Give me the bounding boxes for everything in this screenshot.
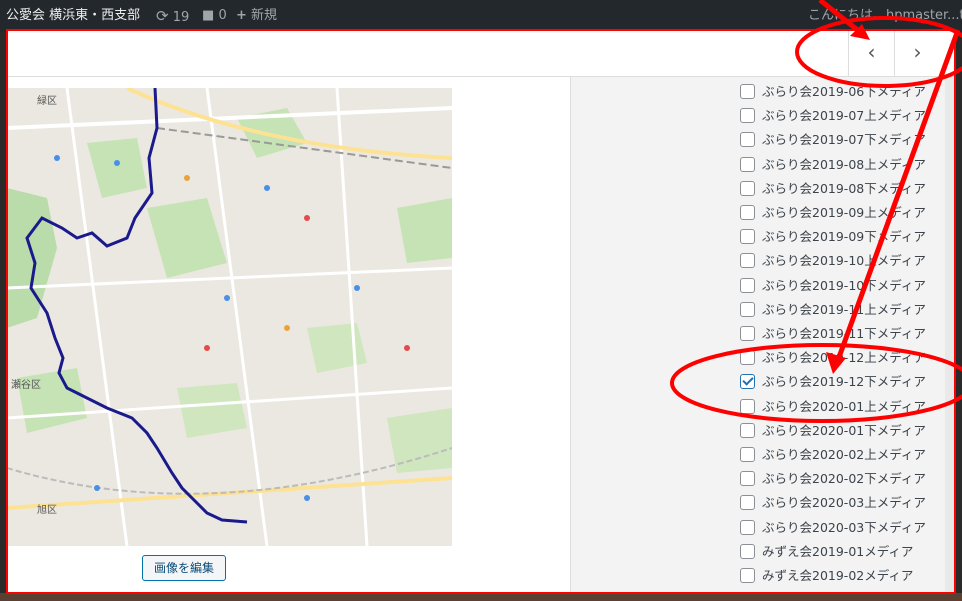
checkbox[interactable]: [740, 568, 755, 583]
checkbox[interactable]: [740, 84, 755, 99]
category-item[interactable]: ぶらり会2019-12下メディア: [740, 370, 926, 394]
map-label-seya: 瀬谷区: [11, 379, 41, 391]
category-item[interactable]: ぶらり会2019-09上メディア: [740, 201, 926, 225]
checkbox[interactable]: [740, 253, 755, 269]
checkbox[interactable]: [740, 301, 755, 317]
category-label: ぶらり会2020-03下メディア: [762, 519, 926, 535]
category-item[interactable]: ぶらり会2020-01下メディア: [740, 419, 926, 443]
map-image: 緑区 瀬谷区 旭区: [7, 88, 452, 546]
checkbox[interactable]: [740, 350, 755, 366]
checkbox[interactable]: [740, 471, 755, 487]
site-name-link[interactable]: 公愛会 横浜東・西支部: [6, 0, 140, 32]
category-item[interactable]: ぶらり会2020-02上メディア: [740, 443, 926, 467]
checkbox[interactable]: [740, 447, 755, 462]
admin-bar: 公愛会 横浜東・西支部 ⟳ 19 ■ 0 + 新規 こんにちは、hpmaster…: [0, 0, 962, 32]
checkbox[interactable]: [740, 519, 755, 535]
category-label: ぶらり会2019-11上メディア: [762, 301, 926, 317]
checkbox[interactable]: [740, 180, 755, 196]
scrollbar-track[interactable]: [945, 77, 955, 593]
chevron-left-icon: ‹: [867, 40, 876, 64]
checkbox[interactable]: [740, 495, 755, 511]
category-item[interactable]: ぶらり会2020-03下メディア: [740, 516, 926, 540]
category-label: ぶらり会2019-12上メディア: [762, 350, 926, 366]
comments-count: 0: [218, 8, 227, 23]
category-label: ぶらり会2020-02上メディア: [762, 447, 926, 462]
category-item[interactable]: ぶらり会2020-01上メディア: [740, 395, 926, 419]
map-label-midori: 緑区: [37, 94, 57, 107]
updates-link[interactable]: ⟳ 19: [156, 0, 189, 32]
background-strip: [0, 593, 962, 601]
category-label: ぶらり会2020-03上メディア: [762, 495, 926, 511]
category-label: ぶらり会2019-12下メディア: [762, 374, 926, 390]
plus-icon: +: [236, 8, 247, 23]
category-item[interactable]: ぶらり会2019-10下メディア: [740, 274, 926, 298]
my-account-link[interactable]: こんにちは、hpmaster...tsu: [808, 0, 962, 32]
checkbox[interactable]: [740, 108, 755, 124]
checkbox[interactable]: [740, 326, 755, 341]
edit-image-button[interactable]: 画像を編集: [142, 555, 226, 581]
category-label: ぶらり会2019-08下メディア: [762, 180, 926, 196]
category-item[interactable]: みずえ会2019-01メディア: [740, 540, 913, 564]
category-label: ぶらり会2019-10下メディア: [762, 277, 926, 293]
username-text: hpmaster...tsu: [886, 8, 962, 23]
category-label: ぶらり会2019-10上メディア: [762, 253, 926, 269]
category-item[interactable]: ぶらり会2019-10上メディア: [740, 249, 926, 273]
category-item[interactable]: ぶらり会2019-08下メディア: [740, 177, 926, 201]
category-item[interactable]: みずえ会2019-02メディア: [740, 564, 913, 588]
category-label: ぶらり会2019-11下メディア: [762, 326, 926, 341]
category-label: ぶらり会2019-08上メディア: [762, 156, 926, 172]
comments-link[interactable]: ■ 0: [202, 0, 227, 32]
checkbox[interactable]: [740, 205, 755, 220]
checkbox[interactable]: [740, 132, 755, 148]
checkbox[interactable]: [740, 543, 755, 559]
chevron-right-icon: ›: [913, 40, 922, 64]
previous-attachment-button[interactable]: ‹: [848, 30, 894, 76]
category-item[interactable]: ぶらり会2019-07上メディア: [740, 104, 926, 128]
category-label: ぶらり会2019-09上メディア: [762, 205, 926, 220]
updates-count: 19: [172, 10, 190, 25]
category-item[interactable]: ぶらり会2019-09下メディア: [740, 225, 926, 249]
category-label: ぶらり会2020-01下メディア: [762, 422, 926, 438]
category-label: ぶらり会2019-06下メディア: [762, 84, 926, 99]
category-item[interactable]: ぶらり会2019-07下メディア: [740, 128, 926, 152]
category-item[interactable]: ぶらり会2020-03上メディア: [740, 491, 926, 515]
modal-toolbar: ‹ ›: [7, 30, 955, 77]
category-label: みずえ会2019-01メディア: [762, 543, 914, 559]
map-label-asahi: 旭区: [37, 504, 57, 516]
category-label: ぶらり会2019-09下メディア: [762, 229, 926, 245]
category-item[interactable]: ぶらり会2019-08上メディア: [740, 153, 926, 177]
category-label: ぶらり会2020-01上メディア: [762, 398, 926, 414]
category-item[interactable]: ぶらり会2020-02下メディア: [740, 467, 926, 491]
category-label: ぶらり会2019-07上メディア: [762, 108, 926, 124]
checkbox[interactable]: [740, 229, 755, 245]
category-item[interactable]: ぶらり会2019-12上メディア: [740, 346, 926, 370]
checkbox[interactable]: [740, 277, 755, 293]
attachment-media-view: 緑区 瀬谷区 旭区 画像を編集: [7, 77, 577, 593]
category-label: ぶらり会2020-02下メディア: [762, 471, 926, 487]
comment-bubble-icon: ■: [202, 8, 215, 23]
category-label: ぶらり会2019-07下メディア: [762, 132, 926, 148]
checkbox[interactable]: [740, 422, 755, 438]
category-item[interactable]: ぶらり会2019-06下メディア: [740, 80, 926, 104]
category-item[interactable]: ぶらり会2019-11上メディア: [740, 298, 926, 322]
checkbox-checked[interactable]: [740, 374, 755, 390]
checkbox[interactable]: [740, 398, 755, 414]
category-item[interactable]: ぶらり会2019-11下メディア: [740, 322, 926, 346]
checkbox[interactable]: [740, 156, 755, 172]
new-content-link[interactable]: + 新規: [236, 0, 277, 32]
new-label: 新規: [251, 8, 278, 23]
refresh-icon: ⟳: [156, 7, 169, 25]
greeting-text: こんにちは、: [808, 8, 887, 23]
category-label: みずえ会2019-02メディア: [762, 568, 914, 583]
next-attachment-button[interactable]: ›: [894, 30, 940, 76]
